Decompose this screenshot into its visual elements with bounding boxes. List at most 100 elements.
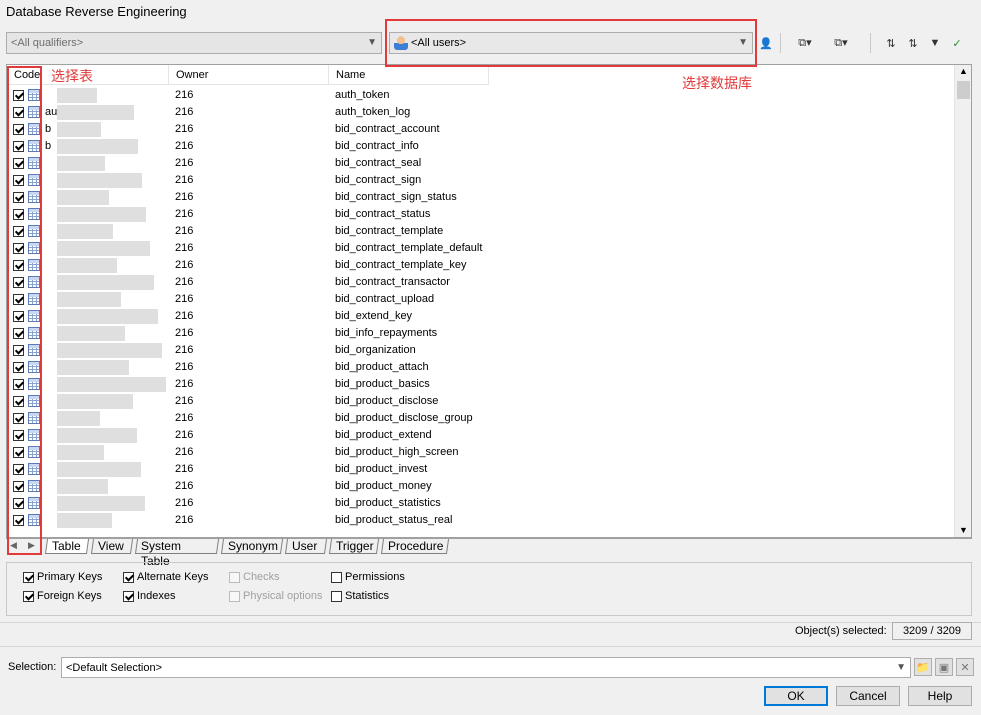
row-name: bid_contract_upload: [335, 293, 435, 305]
table-row[interactable]: 216 auth_token: [7, 87, 955, 104]
deselect-all-icon[interactable]: ⧉▾: [826, 34, 856, 52]
qualifier-combo[interactable]: <All qualifiers> ▼: [6, 32, 382, 54]
table-row[interactable]: 216 bid_product_attach: [7, 359, 955, 376]
tab-table[interactable]: Table: [44, 539, 90, 554]
toolbar-separator: [870, 33, 871, 53]
scroll-down-icon[interactable]: ▼: [959, 525, 968, 535]
option-primary-keys[interactable]: Primary Keys: [23, 571, 102, 583]
table-row[interactable]: 216 bid_product_basics: [7, 376, 955, 393]
option-checkbox[interactable]: [23, 590, 34, 602]
row-name: bid_product_disclose: [335, 395, 439, 407]
tab-system-table[interactable]: System Table: [134, 539, 220, 568]
row-name: bid_contract_status: [335, 208, 431, 220]
table-row[interactable]: 216 bid_contract_sign_status: [7, 189, 955, 206]
annotation-select-table: 选择表: [51, 68, 93, 84]
table-row[interactable]: 216 bid_extend_key: [7, 308, 955, 325]
table-row[interactable]: 216 bid_product_high_screen: [7, 444, 955, 461]
row-code: au: [45, 106, 58, 118]
table-row[interactable]: 216 bid_contract_transactor: [7, 274, 955, 291]
objects-selected-label: Object(s) selected:: [795, 625, 887, 637]
row-name: bid_product_status_real: [335, 514, 453, 526]
option-checkbox[interactable]: [331, 590, 342, 602]
row-owner: 216: [175, 429, 194, 441]
redacted-code: [57, 258, 117, 273]
table-row[interactable]: 216 bid_product_disclose_group: [7, 410, 955, 427]
row-owner: 216: [175, 463, 194, 475]
table-row[interactable]: 216 bid_product_status_real: [7, 512, 955, 529]
option-alternate-keys[interactable]: Alternate Keys: [123, 571, 209, 583]
table-row[interactable]: 216 bid_organization: [7, 342, 955, 359]
redacted-code: [57, 88, 97, 103]
move-up-icon[interactable]: ⇅: [882, 34, 900, 52]
row-owner: 216: [175, 259, 194, 271]
redacted-code: [57, 411, 100, 426]
row-owner: 216: [175, 225, 194, 237]
scrollbar-thumb[interactable]: [957, 81, 970, 99]
option-checkbox[interactable]: [331, 571, 342, 583]
option-foreign-keys[interactable]: Foreign Keys: [23, 590, 102, 602]
selection-combo[interactable]: <Default Selection> ▼: [61, 657, 911, 678]
column-header-name[interactable]: Name: [329, 65, 489, 85]
tab-synonym[interactable]: Synonym: [220, 539, 284, 554]
row-owner: 216: [175, 378, 194, 390]
selection-combo-value: <Default Selection>: [66, 661, 163, 674]
row-owner: 216: [175, 480, 194, 492]
row-owner: 216: [175, 327, 194, 339]
object-list[interactable]: Code Owner Name 216 auth_token au 216 auth_t…: [6, 64, 972, 538]
row-name: bid_product_disclose_group: [335, 412, 473, 424]
save-icon[interactable]: ▣: [935, 658, 953, 676]
vertical-scrollbar[interactable]: ▲ ▼: [954, 65, 971, 537]
table-row[interactable]: 216 bid_contract_template: [7, 223, 955, 240]
option-indexes[interactable]: Indexes: [123, 590, 176, 602]
table-row[interactable]: 216 bid_product_disclose: [7, 393, 955, 410]
row-name: bid_product_attach: [335, 361, 429, 373]
window-title: Database Reverse Engineering: [6, 4, 187, 19]
tab-user[interactable]: User: [284, 539, 328, 554]
row-name: bid_contract_template_key: [335, 259, 467, 271]
row-owner: 216: [175, 174, 194, 186]
move-down-icon[interactable]: ⇅: [904, 34, 922, 52]
table-row[interactable]: 216 bid_product_statistics: [7, 495, 955, 512]
table-row[interactable]: au 216 auth_token_log: [7, 104, 955, 121]
table-row[interactable]: 216 bid_contract_status: [7, 206, 955, 223]
filter-clear-icon[interactable]: ✓: [948, 34, 966, 52]
redacted-code: [57, 122, 101, 137]
row-name: bid_product_money: [335, 480, 432, 492]
option-checkbox[interactable]: [123, 590, 134, 602]
option-checkbox[interactable]: [123, 571, 134, 583]
table-row[interactable]: 216 bid_product_invest: [7, 461, 955, 478]
ok-button[interactable]: OK: [764, 686, 828, 706]
help-button[interactable]: Help: [908, 686, 972, 706]
option-permissions[interactable]: Permissions: [331, 571, 405, 583]
open-folder-icon[interactable]: 📁: [914, 658, 932, 676]
column-header-owner[interactable]: Owner: [169, 65, 329, 85]
tab-trigger[interactable]: Trigger: [328, 539, 380, 554]
table-row[interactable]: 216 bid_contract_seal: [7, 155, 955, 172]
row-name: bid_info_repayments: [335, 327, 438, 339]
tab-procedure[interactable]: Procedure: [380, 539, 450, 554]
redacted-code: [57, 190, 109, 205]
filter-icon[interactable]: ▼: [926, 34, 944, 52]
option-label: Foreign Keys: [37, 590, 102, 602]
table-row[interactable]: 216 bid_product_money: [7, 478, 955, 495]
tab-view[interactable]: View: [90, 539, 134, 554]
option-checkbox[interactable]: [23, 571, 34, 583]
select-all-icon[interactable]: ⧉▾: [790, 34, 820, 52]
row-owner: 216: [175, 208, 194, 220]
table-row[interactable]: 216 bid_contract_template_default: [7, 240, 955, 257]
option-label: Indexes: [137, 590, 176, 602]
table-row[interactable]: b 216 bid_contract_info: [7, 138, 955, 155]
table-row[interactable]: 216 bid_contract_template_key: [7, 257, 955, 274]
redacted-code: [57, 343, 162, 358]
table-row[interactable]: 216 bid_info_repayments: [7, 325, 955, 342]
cancel-button[interactable]: Cancel: [836, 686, 900, 706]
option-statistics[interactable]: Statistics: [331, 590, 389, 602]
user-select-icon[interactable]: 👤: [757, 34, 775, 52]
table-row[interactable]: 216 bid_product_extend: [7, 427, 955, 444]
tab-label: Procedure: [388, 539, 444, 553]
table-row[interactable]: 216 bid_contract_upload: [7, 291, 955, 308]
scroll-up-icon[interactable]: ▲: [959, 66, 968, 76]
delete-icon[interactable]: ✕: [956, 658, 974, 676]
table-row[interactable]: b 216 bid_contract_account: [7, 121, 955, 138]
table-row[interactable]: 216 bid_contract_sign: [7, 172, 955, 189]
